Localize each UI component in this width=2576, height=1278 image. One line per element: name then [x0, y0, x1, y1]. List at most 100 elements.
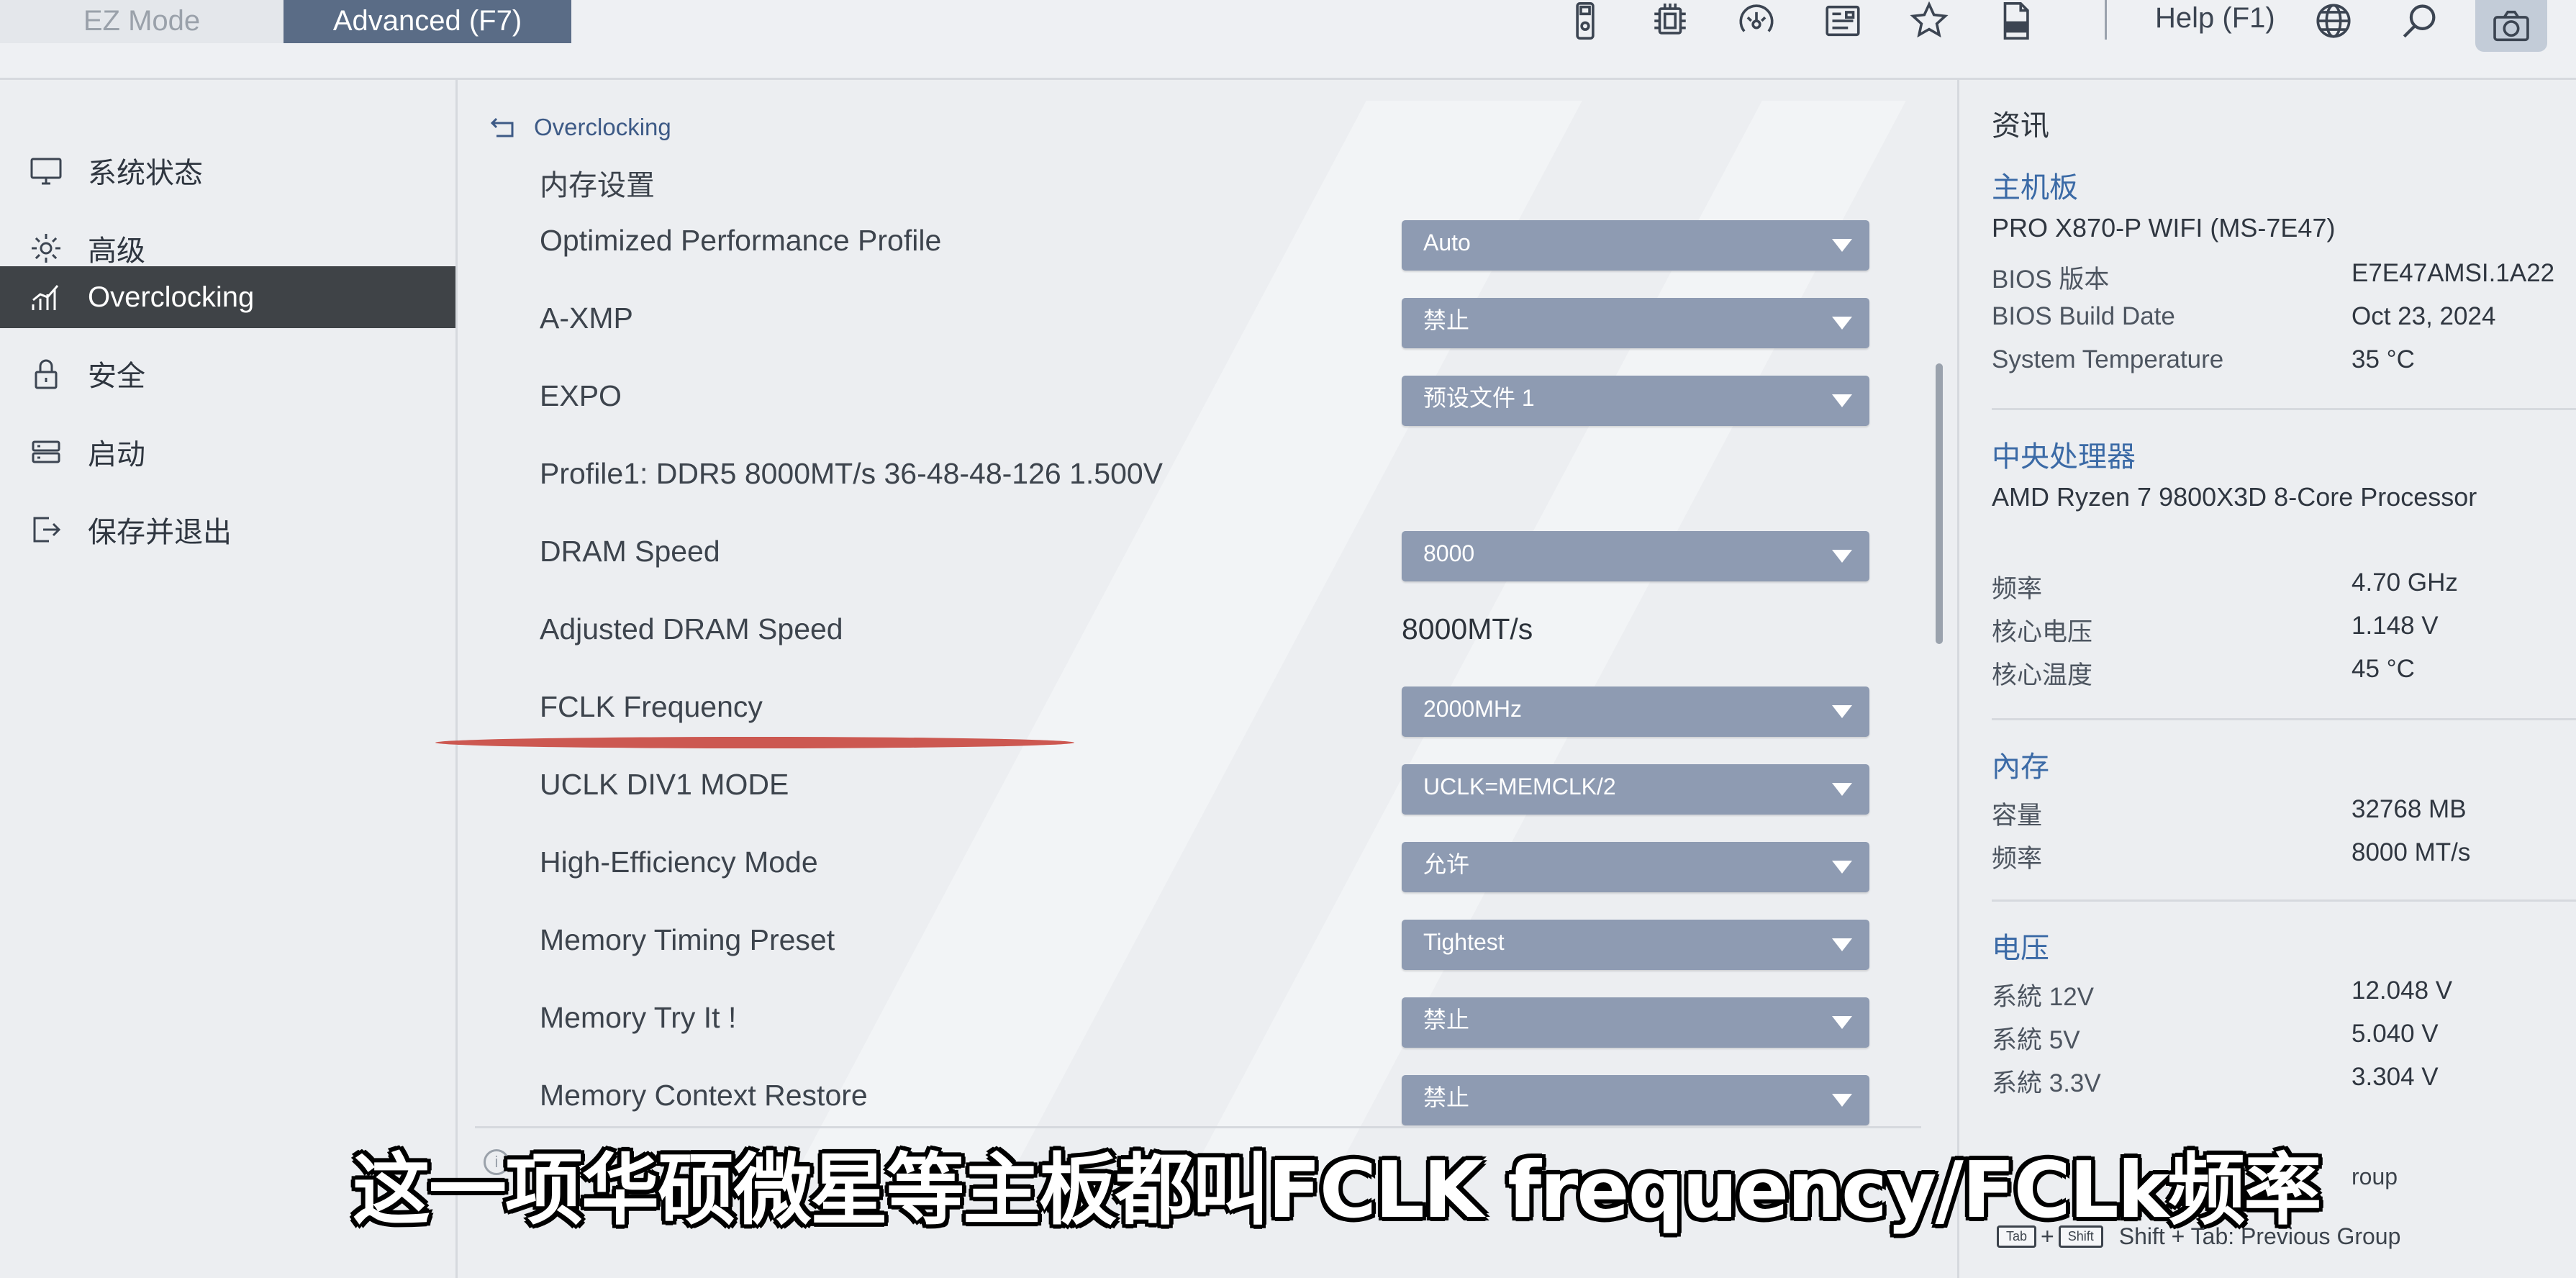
- setting-row-memory-try-it: Memory Try It ! 禁止: [461, 982, 1914, 1053]
- help-button[interactable]: Help (F1): [2155, 0, 2275, 40]
- info-label: 系統 12V: [1992, 983, 2094, 1011]
- info-panel-title: 资讯: [1992, 110, 2049, 142]
- info-divider: [1992, 718, 2576, 720]
- info-label: 容量: [1992, 802, 2043, 830]
- top-bar: EZ Mode Advanced (F7) Help (F1): [0, 0, 2576, 80]
- setting-label: DRAM Speed: [540, 535, 720, 568]
- a-xmp-dropdown[interactable]: 禁止: [1402, 298, 1869, 348]
- setting-label: Optimized Performance Profile: [540, 224, 942, 257]
- usb-drive-icon[interactable]: [1558, 0, 1613, 42]
- cpu-heading: 中央处理器: [1992, 441, 2136, 473]
- log-file-icon[interactable]: [1988, 0, 2043, 42]
- advanced-mode-tab[interactable]: Advanced (F7): [284, 0, 571, 43]
- info-value: 32768 MB: [2351, 795, 2467, 823]
- search-icon[interactable]: [2393, 0, 2447, 42]
- info-label: BIOS 版本: [1992, 266, 2110, 294]
- dram-speed-dropdown[interactable]: 8000: [1402, 531, 1869, 581]
- screenshot-camera-icon[interactable]: [2475, 0, 2547, 52]
- language-globe-icon[interactable]: [2306, 0, 2361, 42]
- voltage-heading: 电压: [1992, 933, 2049, 964]
- setting-row-memory-context-restore: Memory Context Restore 禁止: [461, 1059, 1914, 1131]
- setting-label: Memory Try It !: [540, 1001, 737, 1034]
- left-navigation: 系统状态 高级 Overclocking 安全 启动 保存并退出: [0, 80, 458, 1278]
- nav-item-label: 启动: [88, 439, 145, 471]
- cpu-chip-icon[interactable]: [1643, 0, 1697, 42]
- setting-row-expo: EXPO 预设文件 1: [461, 360, 1914, 432]
- high-efficiency-mode-dropdown[interactable]: 允许: [1402, 842, 1869, 892]
- nav-item-save-exit[interactable]: 保存并退出: [0, 499, 455, 561]
- setting-row-memory-timing-preset: Memory Timing Preset Tightest: [461, 904, 1914, 976]
- favorite-star-icon[interactable]: [1902, 0, 1956, 42]
- chevron-down-icon: [1832, 938, 1852, 951]
- dropdown-value: 允许: [1423, 851, 1470, 877]
- nav-item-security[interactable]: 安全: [0, 343, 455, 404]
- info-label: 核心电压: [1992, 618, 2093, 646]
- speed-chart-icon: [27, 278, 65, 316]
- ez-mode-tab[interactable]: EZ Mode: [0, 0, 285, 43]
- motherboard-heading: 主机板: [1992, 172, 2078, 204]
- info-value: Oct 23, 2024: [2351, 302, 2496, 330]
- setting-label: FCLK Frequency: [540, 690, 763, 723]
- info-label: 频率: [1992, 575, 2043, 603]
- chevron-down-icon: [1832, 783, 1852, 796]
- nav-item-label: 安全: [88, 361, 145, 392]
- info-value: 3.304 V: [2351, 1063, 2439, 1091]
- nav-item-overclocking[interactable]: Overclocking: [0, 266, 455, 328]
- profile-info-text: Profile1: DDR5 8000MT/s 36-48-48-126 1.5…: [540, 457, 1164, 490]
- memory-timing-preset-dropdown[interactable]: Tightest: [1402, 920, 1869, 970]
- setting-label: High-Efficiency Mode: [540, 846, 818, 879]
- info-label: BIOS Build Date: [1992, 302, 2175, 330]
- exit-icon: [27, 511, 65, 548]
- board-explorer-icon[interactable]: [1815, 0, 1870, 42]
- setting-label: A-XMP: [540, 302, 633, 335]
- info-value: 4.70 GHz: [2351, 568, 2458, 597]
- fclk-frequency-dropdown[interactable]: 2000MHz: [1402, 686, 1869, 737]
- info-label: System Temperature: [1992, 345, 2224, 373]
- info-value: 1.148 V: [2351, 612, 2439, 640]
- annotation-red-underline: [435, 737, 1074, 748]
- setting-row-optimized-performance-profile: Optimized Performance Profile Auto: [461, 204, 1914, 276]
- setting-label: Memory Context Restore: [540, 1079, 868, 1112]
- dropdown-value: UCLK=MEMCLK/2: [1423, 774, 1616, 799]
- dropdown-value: 8000: [1423, 540, 1475, 566]
- lock-icon: [27, 355, 65, 392]
- nav-item-boot[interactable]: 启动: [0, 421, 455, 483]
- uclk-div1-mode-dropdown[interactable]: UCLK=MEMCLK/2: [1402, 764, 1869, 815]
- setting-label: Adjusted DRAM Speed: [540, 612, 843, 645]
- boot-drive-icon: [27, 433, 65, 471]
- setting-row-adjusted-dram-speed: Adjusted DRAM Speed 8000MT/s: [461, 593, 1914, 665]
- info-divider: [1992, 899, 2576, 902]
- nav-item-label: 保存并退出: [88, 517, 232, 548]
- settings-scrollbar[interactable]: [1936, 363, 1943, 644]
- dropdown-value: 预设文件 1: [1423, 385, 1535, 411]
- chevron-down-icon: [1832, 705, 1852, 718]
- breadcrumb-label: Overclocking: [534, 114, 671, 140]
- chevron-down-icon: [1832, 239, 1852, 252]
- expo-dropdown[interactable]: 预设文件 1: [1402, 376, 1869, 426]
- memory-context-restore-dropdown[interactable]: 禁止: [1402, 1075, 1869, 1125]
- info-value: 5.040 V: [2351, 1020, 2439, 1048]
- breadcrumb[interactable]: Overclocking: [489, 109, 671, 145]
- fan-icon[interactable]: [1729, 0, 1784, 42]
- help-divider: [475, 1126, 1921, 1128]
- optimized-performance-profile-dropdown[interactable]: Auto: [1402, 220, 1869, 271]
- chevron-down-icon: [1832, 1016, 1852, 1029]
- setting-label: EXPO: [540, 379, 622, 412]
- setting-row-dram-speed: DRAM Speed 8000: [461, 515, 1914, 587]
- memory-heading: 內存: [1992, 751, 2049, 783]
- info-label: 频率: [1992, 845, 2043, 873]
- chevron-down-icon: [1832, 1094, 1852, 1107]
- adjusted-dram-speed-value: 8000MT/s: [1402, 612, 1533, 645]
- info-value: 35 °C: [2351, 345, 2415, 373]
- setting-row-a-xmp: A-XMP 禁止: [461, 282, 1914, 354]
- chevron-down-icon: [1832, 394, 1852, 407]
- nav-item-system-status[interactable]: 系统状态: [0, 140, 455, 201]
- toolbar-separator: [2105, 0, 2107, 40]
- chevron-down-icon: [1832, 861, 1852, 874]
- back-arrow-icon[interactable]: [489, 114, 518, 140]
- info-divider: [1992, 408, 2576, 410]
- memory-try-it-dropdown[interactable]: 禁止: [1402, 997, 1869, 1048]
- info-label: 系統 5V: [1992, 1026, 2080, 1054]
- dropdown-value: 2000MHz: [1423, 696, 1522, 722]
- next-group-hint-text: roup: [2351, 1164, 2398, 1189]
